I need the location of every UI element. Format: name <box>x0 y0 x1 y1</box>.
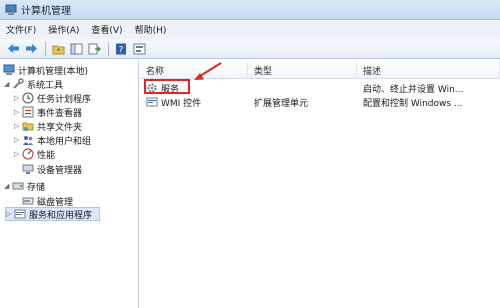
services-apps-icon <box>14 208 26 220</box>
column-type[interactable]: 类型 <box>248 62 357 79</box>
tree-label-local-users: 本地用户和组 <box>37 136 92 147</box>
collapsed-arrow-icon[interactable]: ▷ <box>14 136 22 144</box>
tree-item-storage[interactable]: ◢ 存储 <box>4 179 45 193</box>
event-viewer-icon <box>22 106 34 118</box>
disk-icon <box>22 195 34 207</box>
tree-label-services-apps: 服务和应用程序 <box>29 210 93 221</box>
list-cell-name: WMI 控件 <box>146 95 248 109</box>
users-icon <box>22 134 34 146</box>
menu-bar: 文件(F) 操作(A) 查看(V) 帮助(H) <box>0 20 500 39</box>
tree-item-shared-folders[interactable]: ▷ 共享文件夹 <box>14 119 82 133</box>
tree-label-event-viewer: 事件查看器 <box>37 108 83 119</box>
toolbar-separator <box>108 41 109 56</box>
computer-icon <box>3 64 15 76</box>
toolbar-separator <box>45 41 46 56</box>
list-label-wmi: WMI 控件 <box>161 98 202 109</box>
tools-icon <box>12 78 24 90</box>
svg-text:?: ? <box>118 45 123 55</box>
red-pointer-arrow <box>194 62 222 80</box>
list-cell-type: 扩展管理单元 <box>254 98 309 109</box>
clock-icon <box>22 92 34 104</box>
up-folder-icon[interactable] <box>50 41 66 56</box>
collapsed-arrow-icon[interactable]: ▷ <box>14 122 22 130</box>
list-cell-description: 启动、终止并设置 Win... <box>363 84 464 95</box>
forward-icon[interactable] <box>23 41 39 56</box>
wmi-control-icon <box>146 96 158 108</box>
tree-item-event-viewer[interactable]: ▷ 事件查看器 <box>14 105 82 119</box>
tree-label-device-manager: 设备管理器 <box>37 165 83 176</box>
tree-item-root[interactable]: 计算机管理(本地) <box>3 63 88 77</box>
list-row-wmi[interactable]: WMI 控件 扩展管理单元 配置和控制 Windows ... <box>140 95 500 109</box>
console-tree: 计算机管理(本地) ◢ 系统工具 ▷ 任务计划程序 ▷ 事件查看器 ▷ 共享文件… <box>0 59 139 308</box>
performance-icon <box>22 148 34 160</box>
list-cell-description: 配置和控制 Windows ... <box>363 98 463 109</box>
tree-label-performance: 性能 <box>37 150 56 161</box>
collapsed-arrow-icon[interactable]: ▷ <box>14 108 22 116</box>
expanded-arrow-icon[interactable]: ◢ <box>4 80 12 88</box>
menu-view[interactable]: 查看(V) <box>91 23 122 36</box>
tree-label-system-tools: 系统工具 <box>27 80 64 91</box>
tree-item-system-tools[interactable]: ◢ 系统工具 <box>4 77 63 91</box>
list-cell-type <box>254 81 354 95</box>
expanded-arrow-icon[interactable]: ◢ <box>4 182 12 190</box>
properties-icon[interactable] <box>131 41 147 56</box>
tree-item-performance[interactable]: ▷ 性能 <box>14 147 55 161</box>
storage-icon <box>12 180 24 192</box>
tree-item-local-users[interactable]: ▷ 本地用户和组 <box>14 133 91 147</box>
tree-item-services-apps[interactable]: ▷ 服务和应用程序 <box>5 207 100 221</box>
red-highlight-box <box>144 79 190 94</box>
menu-help[interactable]: 帮助(H) <box>135 23 167 36</box>
tree-label-root: 计算机管理(本地) <box>18 66 89 77</box>
menu-action[interactable]: 操作(A) <box>48 23 79 36</box>
export-list-icon[interactable] <box>86 41 102 56</box>
tree-label-storage: 存储 <box>27 182 46 193</box>
tree-label-task-scheduler: 任务计划程序 <box>37 94 92 105</box>
tree-label-shared-folders: 共享文件夹 <box>37 122 83 133</box>
collapsed-arrow-icon[interactable]: ▷ <box>14 150 22 158</box>
tree-item-disk-management[interactable]: 磁盘管理 <box>22 194 73 208</box>
tree-item-device-manager[interactable]: 设备管理器 <box>22 162 82 176</box>
tree-label-disk-management: 磁盘管理 <box>37 197 74 208</box>
help-icon[interactable]: ? <box>113 41 129 56</box>
collapsed-arrow-icon[interactable]: ▷ <box>6 210 14 218</box>
column-description[interactable]: 描述 <box>357 62 500 79</box>
details-pane: 名称 类型 描述 服务 启动、终止并设置 Win... WMI 控件 扩展管理单… <box>140 59 500 308</box>
back-icon[interactable] <box>5 41 21 56</box>
toolbar: ? <box>0 39 500 59</box>
shared-folder-icon <box>22 120 34 132</box>
window-title: 计算机管理 <box>21 6 71 17</box>
tree-item-task-scheduler[interactable]: ▷ 任务计划程序 <box>14 91 91 105</box>
device-manager-icon <box>22 163 34 175</box>
computer-management-icon <box>5 4 17 16</box>
show-hide-tree-icon[interactable] <box>68 41 84 56</box>
menu-file[interactable]: 文件(F) <box>6 23 36 36</box>
title-bar: 计算机管理 <box>0 0 500 20</box>
collapsed-arrow-icon[interactable]: ▷ <box>14 94 22 102</box>
